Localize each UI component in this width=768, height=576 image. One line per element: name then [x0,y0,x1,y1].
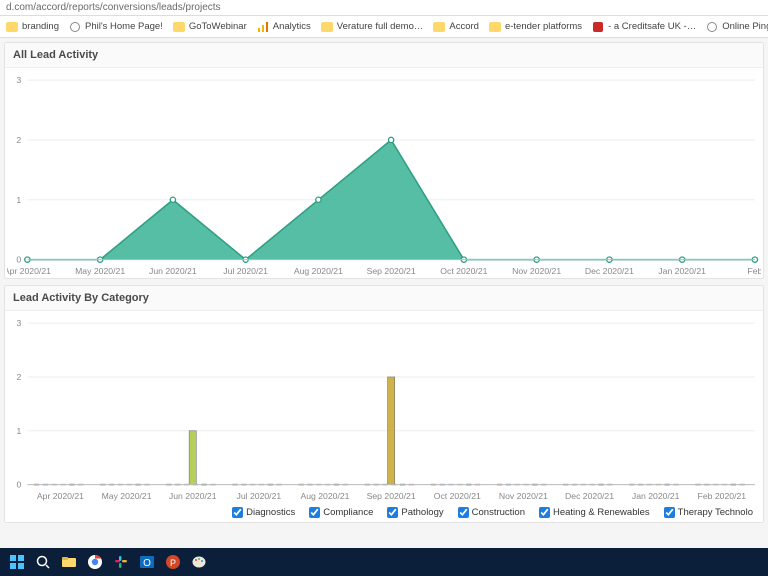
svg-text:Jul 2020/21: Jul 2020/21 [223,266,268,276]
paint-icon[interactable] [188,551,210,573]
legend-item[interactable]: Construction [458,507,525,518]
legend-checkbox[interactable] [458,507,469,518]
analytics-icon [257,21,269,33]
bookmark-item[interactable]: GoToWebinar [173,21,247,33]
powerpoint-icon[interactable]: P [162,551,184,573]
svg-text:P: P [170,558,176,568]
svg-text:Jul 2020/21: Jul 2020/21 [237,491,282,501]
folder-icon [173,21,185,33]
svg-text:0: 0 [16,255,21,265]
svg-text:3: 3 [16,318,21,328]
panel-all-lead-activity: All Lead Activity 0 1 2 3 Apr 2020/21 May 202… [4,42,764,279]
bookmark-item[interactable]: e-tender platforms [489,21,582,33]
svg-text:Feb: Feb [747,266,761,276]
area-chart-svg: 0 1 2 3 Apr 2020/21 May 2020/21 Jun 2020/21 Jul… [7,74,761,278]
folder-icon [489,21,501,33]
folder-icon [433,21,445,33]
legend-item[interactable]: Pathology [387,507,443,518]
legend-label: Therapy Technolo [678,507,753,518]
svg-text:Jan 2020/21: Jan 2020/21 [658,266,706,276]
bookmark-item[interactable]: - a Creditsafe UK -… [592,21,696,33]
file-explorer-icon[interactable] [58,551,80,573]
bookmark-item[interactable]: Phil's Home Page! [69,21,163,33]
svg-text:Sep 2020/21: Sep 2020/21 [367,266,416,276]
bookmark-label: Accord [449,21,479,32]
panel-lead-by-category: Lead Activity By Category 0 1 2 3 Apr 2020/2… [4,285,764,523]
bookmark-label: e-tender platforms [505,21,582,32]
bookmark-item[interactable]: Online Ping, Tracer… [706,21,768,33]
svg-text:3: 3 [16,75,21,85]
globe-icon [706,21,718,33]
svg-text:Dec 2020/21: Dec 2020/21 [565,491,614,501]
svg-text:2: 2 [16,372,21,382]
svg-text:O: O [143,558,151,569]
legend-label: Construction [472,507,525,518]
redsq-icon [592,21,604,33]
legend-checkbox[interactable] [387,507,398,518]
globe-icon [69,21,81,33]
folder-icon [6,21,18,33]
svg-text:1: 1 [16,195,21,205]
legend-item[interactable]: Compliance [309,507,373,518]
legend-checkbox[interactable] [664,507,675,518]
url-text: d.com/accord/reports/conversions/leads/p… [6,2,221,13]
svg-text:Oct 2020/21: Oct 2020/21 [434,491,481,501]
svg-text:0: 0 [16,480,21,490]
svg-text:May 2020/21: May 2020/21 [102,491,152,501]
legend-checkbox[interactable] [232,507,243,518]
legend-label: Pathology [401,507,443,518]
bookmark-label: GoToWebinar [189,21,247,32]
svg-text:Aug 2020/21: Aug 2020/21 [300,491,349,501]
bookmark-item[interactable]: Accord [433,21,479,33]
bookmark-label: Verature full demo… [337,21,424,32]
bookmark-label: - a Creditsafe UK -… [608,21,696,32]
svg-text:Jan 2020/21: Jan 2020/21 [632,491,680,501]
windows-taskbar: O P [0,548,768,576]
svg-text:Oct 2020/21: Oct 2020/21 [440,266,487,276]
bookmark-item[interactable]: branding [6,21,59,33]
bookmark-label: Analytics [273,21,311,32]
svg-text:Jun 2020/21: Jun 2020/21 [149,266,197,276]
svg-text:Nov 2020/21: Nov 2020/21 [499,491,548,501]
svg-text:Dec 2020/21: Dec 2020/21 [585,266,634,276]
legend-checkbox[interactable] [309,507,320,518]
bookmark-label: Phil's Home Page! [85,21,163,32]
svg-text:Aug 2020/21: Aug 2020/21 [294,266,343,276]
panel-title-top: All Lead Activity [5,43,763,68]
legend-item[interactable]: Diagnostics [232,507,295,518]
outlook-icon[interactable]: O [136,551,158,573]
bar-chart-svg: 0 1 2 3 Apr 2020/21 May 2020/21 Jun 2020/21 Jul… [7,317,761,503]
legend-label: Heating & Renewables [553,507,650,518]
svg-text:Feb 2020/21: Feb 2020/21 [698,491,747,501]
address-bar[interactable]: d.com/accord/reports/conversions/leads/p… [0,0,768,16]
legend-item[interactable]: Heating & Renewables [539,507,650,518]
svg-text:2: 2 [16,135,21,145]
slack-icon[interactable] [110,551,132,573]
search-icon[interactable] [32,551,54,573]
svg-text:Apr 2020/21: Apr 2020/21 [7,266,51,276]
svg-text:Sep 2020/21: Sep 2020/21 [367,491,416,501]
report-content: All Lead Activity 0 1 2 3 Apr 2020/21 May 202… [0,38,768,548]
legend-label: Compliance [323,507,373,518]
svg-text:Jun 2020/21: Jun 2020/21 [169,491,217,501]
bookmarks-bar: branding Phil's Home Page! GoToWebinar Anal… [0,16,768,38]
svg-text:Apr 2020/21: Apr 2020/21 [37,491,84,501]
legend-label: Diagnostics [246,507,295,518]
panel-title-bottom: Lead Activity By Category [5,286,763,311]
category-legend: Diagnostics Compliance Pathology Constructi… [5,503,763,522]
bookmark-label: Online Ping, Tracer… [722,21,768,32]
svg-text:Nov 2020/21: Nov 2020/21 [512,266,561,276]
chart-by-category: 0 1 2 3 Apr 2020/21 May 2020/21 Jun 2020/21 Jul… [5,311,763,503]
svg-text:May 2020/21: May 2020/21 [75,266,125,276]
chart-all-lead-activity: 0 1 2 3 Apr 2020/21 May 2020/21 Jun 2020/21 Jul… [5,68,763,278]
start-button[interactable] [6,551,28,573]
legend-item[interactable]: Therapy Technolo [664,507,753,518]
bookmark-label: branding [22,21,59,32]
bookmark-item[interactable]: Analytics [257,21,311,33]
folder-icon [321,21,333,33]
chrome-icon[interactable] [84,551,106,573]
legend-checkbox[interactable] [539,507,550,518]
bookmark-item[interactable]: Verature full demo… [321,21,424,33]
svg-text:1: 1 [16,426,21,436]
